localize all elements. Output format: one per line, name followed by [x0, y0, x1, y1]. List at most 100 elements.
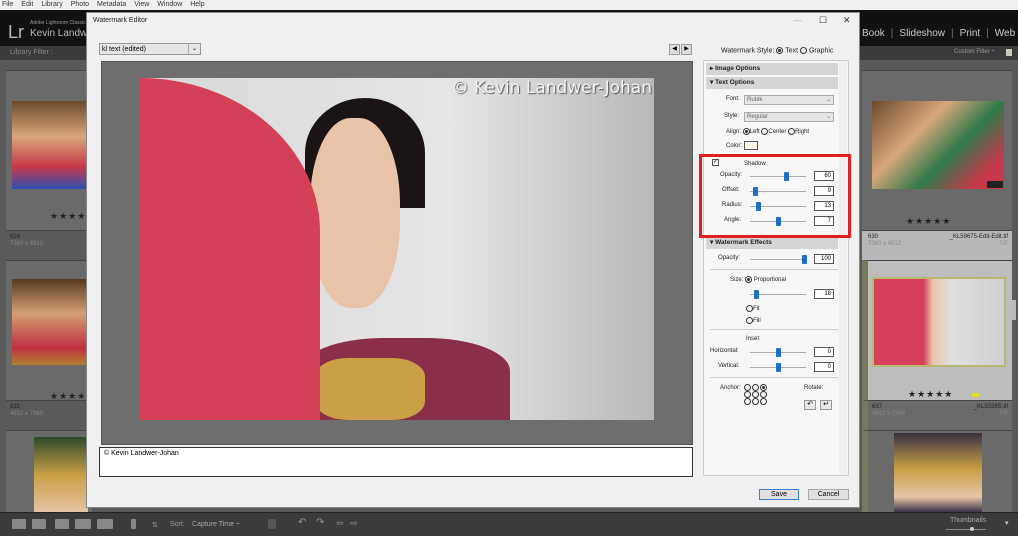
style-text-label: Text [785, 47, 799, 55]
thumbnail[interactable] [12, 101, 88, 189]
preset-select[interactable]: kl text (edited) ⌄ [99, 43, 201, 55]
chevron-down-icon[interactable]: ⌄ [188, 44, 200, 54]
anchor-top-left[interactable] [744, 384, 751, 391]
thumbnail[interactable] [12, 279, 88, 365]
thumbnail[interactable] [34, 437, 88, 513]
horizontal-knob[interactable] [776, 348, 781, 357]
previous-image-button[interactable]: ◀ [669, 44, 680, 55]
size-fit-row: Fit [746, 305, 760, 312]
next-icon[interactable]: ⇨ [350, 518, 358, 529]
anchor-bottom-left[interactable] [744, 398, 751, 405]
cancel-button[interactable]: Cancel [808, 489, 849, 500]
cell-info: 637 _KL5028S.tif 4912 x 7360 TIF [862, 400, 1012, 430]
flag-icon[interactable] [268, 519, 276, 529]
image-umbrella [140, 78, 320, 420]
close-icon[interactable]: ✕ [843, 15, 851, 26]
section-image-options[interactable]: ▸ Image Options [706, 63, 838, 75]
effects-opacity-field[interactable]: 100 [814, 254, 834, 264]
menu-window[interactable]: Window [157, 0, 182, 10]
size-label: Size: [730, 277, 744, 284]
size-knob[interactable] [754, 290, 759, 299]
previous-icon[interactable]: ⇦ [336, 518, 344, 529]
anchor-middle-right[interactable] [760, 391, 767, 398]
menu-edit[interactable]: Edit [21, 0, 33, 10]
rotate-left-button[interactable]: ↶ [804, 400, 816, 410]
menu-file[interactable]: File [2, 0, 13, 10]
anchor-center[interactable] [752, 391, 759, 398]
compare-view-icon[interactable] [55, 519, 69, 529]
panel-scrollbar[interactable] [839, 61, 847, 475]
grid-cell[interactable] [6, 430, 92, 513]
sort-direction-icon[interactable]: ⇅ [152, 521, 158, 529]
anchor-middle-left[interactable] [744, 391, 751, 398]
section-label: Image Options [715, 65, 761, 72]
module-print[interactable]: Print [960, 28, 981, 39]
menu-metadata[interactable]: Metadata [97, 0, 126, 10]
font-select[interactable]: Rubik ⌄ [744, 95, 834, 105]
grid-cell[interactable]: ★★★★★ [6, 260, 94, 401]
minimize-icon[interactable]: — [793, 15, 802, 25]
vertical-field[interactable]: 0 [814, 362, 834, 372]
grid-view-icon[interactable] [12, 519, 26, 529]
star-rating[interactable]: ★★★★★ [906, 216, 951, 227]
font-label: Font: [726, 96, 740, 102]
module-book[interactable]: Book [862, 28, 885, 39]
section-label: Watermark Effects [715, 239, 772, 246]
menu-library[interactable]: Library [41, 0, 62, 10]
rotate-right-button[interactable]: ↵ [820, 400, 832, 410]
effects-opacity-knob[interactable] [802, 255, 807, 264]
cell-info: 630 _KL59675-Edit-Edit.tif 7360 x 4912 T… [862, 230, 1012, 260]
grid-cell[interactable]: ★★★★★ [6, 70, 94, 230]
style-graphic-radio[interactable] [800, 47, 807, 54]
rotate-right-icon[interactable]: ↷ [316, 517, 324, 528]
lock-icon[interactable] [1006, 49, 1012, 56]
size-fill-radio[interactable] [746, 317, 753, 324]
module-slideshow[interactable]: Slideshow [899, 28, 945, 39]
size-fit-radio[interactable] [746, 305, 753, 312]
toolbar-menu-icon[interactable]: ▾ [1005, 519, 1009, 527]
watermark-text-input[interactable]: © Kevin Landwer-Johan [99, 447, 693, 477]
next-image-button[interactable]: ▶ [681, 44, 692, 55]
save-button[interactable]: Save [759, 489, 799, 500]
thumbnail[interactable] [894, 433, 982, 513]
vertical-knob[interactable] [776, 363, 781, 372]
rotate-left-icon[interactable]: ↶ [298, 517, 306, 528]
anchor-top-right[interactable] [760, 384, 767, 391]
menu-help[interactable]: Help [190, 0, 204, 10]
anchor-top-center[interactable] [752, 384, 759, 391]
menu-view[interactable]: View [134, 0, 149, 10]
watermark-overlay-text[interactable]: © Kevin Landwer-Johan [452, 78, 652, 98]
anchor-bottom-right[interactable] [760, 398, 767, 405]
menu-photo[interactable]: Photo [71, 0, 89, 10]
effects-opacity-slider[interactable] [750, 259, 806, 260]
thumbnails-slider[interactable] [946, 529, 986, 530]
thumbnail[interactable] [872, 277, 1006, 367]
horizontal-field[interactable]: 0 [814, 347, 834, 357]
grid-cell-selected[interactable]: ★★★★★ [862, 260, 1012, 400]
section-text-options[interactable]: ▾ Text Options [706, 77, 838, 89]
align-right-radio[interactable] [788, 128, 796, 135]
cell-info: 624 7360 x 4912 [6, 230, 92, 260]
grid-cell[interactable]: ★★★★★ [862, 70, 1012, 230]
star-rating[interactable]: ★★★★★ [908, 389, 953, 400]
thumbnail[interactable] [872, 101, 1004, 189]
grid-scrollbar[interactable] [1012, 300, 1016, 320]
color-swatch[interactable] [744, 141, 758, 150]
sort-select[interactable]: Capture Time ÷ [192, 521, 240, 528]
custom-filter-select[interactable]: Custom Filter ÷ [954, 49, 995, 55]
module-web[interactable]: Web [995, 28, 1015, 39]
grid-cell[interactable] [862, 430, 1012, 513]
size-proportional-radio[interactable] [745, 276, 753, 283]
painter-icon[interactable] [131, 519, 136, 529]
thumbnails-slider-knob[interactable] [970, 527, 974, 531]
style-select[interactable]: Regular ⌄ [744, 112, 834, 122]
size-field[interactable]: 18 [814, 289, 834, 299]
style-text-radio[interactable] [776, 47, 784, 54]
people-view-icon[interactable] [97, 519, 113, 529]
survey-view-icon[interactable] [75, 519, 91, 529]
loupe-view-icon[interactable] [32, 519, 46, 529]
align-left-radio[interactable] [742, 128, 750, 135]
anchor-bottom-center[interactable] [752, 398, 759, 405]
section-watermark-effects[interactable]: ▾ Watermark Effects [706, 237, 838, 249]
maximize-icon[interactable]: ☐ [819, 15, 827, 26]
